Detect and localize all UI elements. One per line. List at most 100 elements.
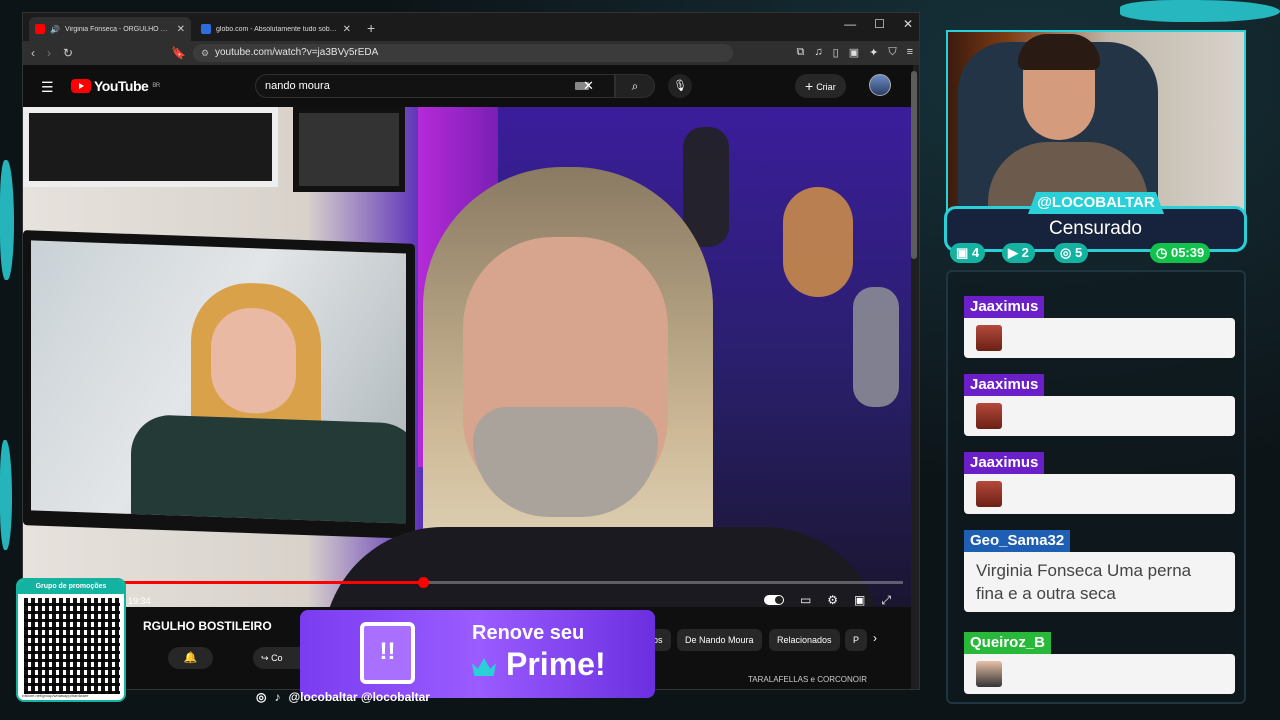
twitch-viewers: ▣ 4 (950, 243, 986, 263)
streamer-hair (1018, 34, 1100, 70)
qr-url: rdstore.net/group/whatsapp/hardware (22, 693, 89, 698)
chat-text: Virginia Fonseca Uma perna fina e a outr… (964, 552, 1235, 612)
close-tab-icon[interactable]: ✕ (177, 24, 185, 35)
chat-bubble (964, 654, 1235, 694)
search-icon: ⌕ (631, 79, 639, 93)
create-button[interactable]: + Criar (795, 74, 846, 98)
twitch-icon: ▣ (956, 245, 969, 260)
webcam-frame (946, 30, 1246, 218)
vpn-icon[interactable]: ⛉ (888, 46, 896, 59)
chat-message: Jaaximus (964, 452, 1235, 514)
clear-search-icon[interactable]: ✕ (583, 78, 594, 94)
youtube-wordmark: YouTube (94, 78, 149, 94)
kick-count: 5 (1074, 245, 1083, 260)
video-time: / 19:34 (123, 596, 151, 606)
search-input[interactable]: nando moura (255, 74, 615, 98)
tab-virginia[interactable]: 🔊 Virginia Fonseca - ORGULHO BOSTI ✕ (29, 17, 191, 41)
prime-line1: Renove seu (472, 622, 585, 644)
guitar (853, 287, 899, 407)
streamer-handle: @LOCOBALTAR (1028, 192, 1164, 214)
chat-username: Geo_Sama32 (964, 530, 1071, 552)
decor-splat (1120, 0, 1280, 22)
related-video-title[interactable]: TARALAFELLAS e CORCONOIR (748, 675, 867, 684)
chat-message: Jaaximus (964, 296, 1235, 358)
emote-icon (976, 403, 1002, 429)
miniplayer-icon[interactable]: ▣ (854, 593, 865, 607)
search-button[interactable]: ⌕ (615, 74, 655, 98)
video-title: RGULHO BOSTILEIRO (143, 619, 272, 633)
page-scrollbar[interactable] (911, 71, 917, 259)
wallet-icon[interactable]: ▣ (849, 46, 859, 59)
new-tab-button[interactable]: + (361, 17, 381, 41)
sidebar-icon[interactable]: ▯ (833, 46, 839, 59)
qr-title: Grupo de promoções (18, 580, 124, 594)
chip-relacionados[interactable]: Relacionados (769, 629, 840, 651)
notification-bell-button[interactable]: 🔔 (168, 647, 213, 669)
close-tab-icon[interactable]: ✕ (343, 24, 351, 35)
create-label: Criar (816, 82, 836, 92)
chat-bubble (964, 474, 1235, 514)
chip-de-nando-moura[interactable]: De Nando Moura (677, 629, 762, 651)
autoplay-toggle[interactable] (763, 595, 784, 605)
emote-icon (976, 325, 1002, 351)
ai-icon[interactable]: ✦ (869, 46, 878, 59)
mic-icon: 🎙 (673, 80, 687, 92)
stream-scene: 🔊 Virginia Fonseca - ORGULHO BOSTI ✕ glo… (0, 0, 1280, 720)
menu-icon[interactable]: ≡ (907, 46, 913, 59)
url-text: youtube.com/watch?v=ja3BVy5rEDA (215, 47, 379, 58)
extensions-icon[interactable]: ⧉ (797, 46, 805, 59)
avatar[interactable] (869, 74, 891, 96)
prime-banner: !! Renove seu Prime! (300, 610, 655, 698)
chat-username: Jaaximus (964, 296, 1045, 318)
chevron-right-icon[interactable]: › (873, 631, 877, 645)
progress-bar[interactable] (31, 577, 903, 588)
monitor (23, 230, 415, 539)
stream-timer: ◷ 05:39 (1150, 243, 1211, 263)
subtitles-icon[interactable]: ▭ (800, 593, 811, 607)
share-label: Co (271, 653, 283, 663)
tab-globo[interactable]: globo.com - Absolutamente tudo sobre not… (195, 17, 357, 41)
chat-bubble (964, 396, 1235, 436)
site-info-icon[interactable]: ⚙ (201, 44, 209, 62)
forward-icon[interactable]: › (47, 46, 51, 60)
reload-icon[interactable]: ↻ (63, 46, 73, 60)
region-code: BR (152, 83, 160, 89)
qr-code-panel: Grupo de promoções rdstore.net/group/wha… (16, 578, 126, 702)
bookmark-icon[interactable]: 🔖 (171, 46, 186, 60)
youtube-logo[interactable]: YouTube BR (71, 78, 160, 94)
url-field[interactable]: ⚙ youtube.com/watch?v=ja3BVy5rEDA (193, 44, 733, 62)
settings-icon[interactable]: ⚙ (827, 593, 838, 607)
address-bar-row: ‹ › ↻ 🔖 ⚙ youtube.com/watch?v=ja3BVy5rED… (23, 41, 919, 65)
kick-viewers: ◎ 5 (1054, 243, 1089, 263)
chat-bubble (964, 318, 1235, 358)
audio-icon[interactable]: 🔊 (50, 25, 60, 34)
qr-code (24, 598, 120, 694)
share-icon: ↪ (261, 653, 269, 663)
social-text: @locobaltar @locobaltar (288, 690, 430, 704)
hamburger-icon[interactable]: ☰ (41, 79, 54, 96)
browser-window: 🔊 Virginia Fonseca - ORGULHO BOSTI ✕ glo… (22, 12, 920, 690)
back-icon[interactable]: ‹ (31, 46, 35, 60)
crown-icon (472, 658, 496, 676)
twitch-count: 4 (971, 245, 980, 260)
monitor-screen (31, 240, 406, 524)
voice-search-button[interactable]: 🎙 (668, 74, 692, 98)
maximize-icon[interactable]: ☐ (874, 17, 885, 31)
wall-frame (293, 107, 405, 192)
video-player[interactable]: / 19:34 ▭ ⚙ ▣ ⤢ (23, 107, 911, 607)
music-icon[interactable]: ♫ (814, 46, 822, 59)
tab-bar: 🔊 Virginia Fonseca - ORGULHO BOSTI ✕ glo… (23, 13, 919, 41)
chat-message: Jaaximus (964, 374, 1235, 436)
fullscreen-icon[interactable]: ⤢ (881, 593, 891, 607)
tab-title: Virginia Fonseca - ORGULHO BOSTI (64, 25, 172, 33)
chip-more[interactable]: P (845, 629, 868, 651)
minimize-icon[interactable]: — (844, 17, 856, 31)
wall-frame (23, 107, 278, 187)
globo-favicon-icon (201, 24, 211, 34)
plus-icon: + (805, 78, 814, 94)
tiktok-icon: ♪ (274, 690, 281, 704)
prime-line2: Prime! (506, 646, 606, 682)
close-window-icon[interactable]: ✕ (903, 17, 913, 31)
youtube-viewers: ▶ 2 (1002, 243, 1035, 263)
social-handles: ◎ ♪ @locobaltar @locobaltar (256, 690, 430, 704)
